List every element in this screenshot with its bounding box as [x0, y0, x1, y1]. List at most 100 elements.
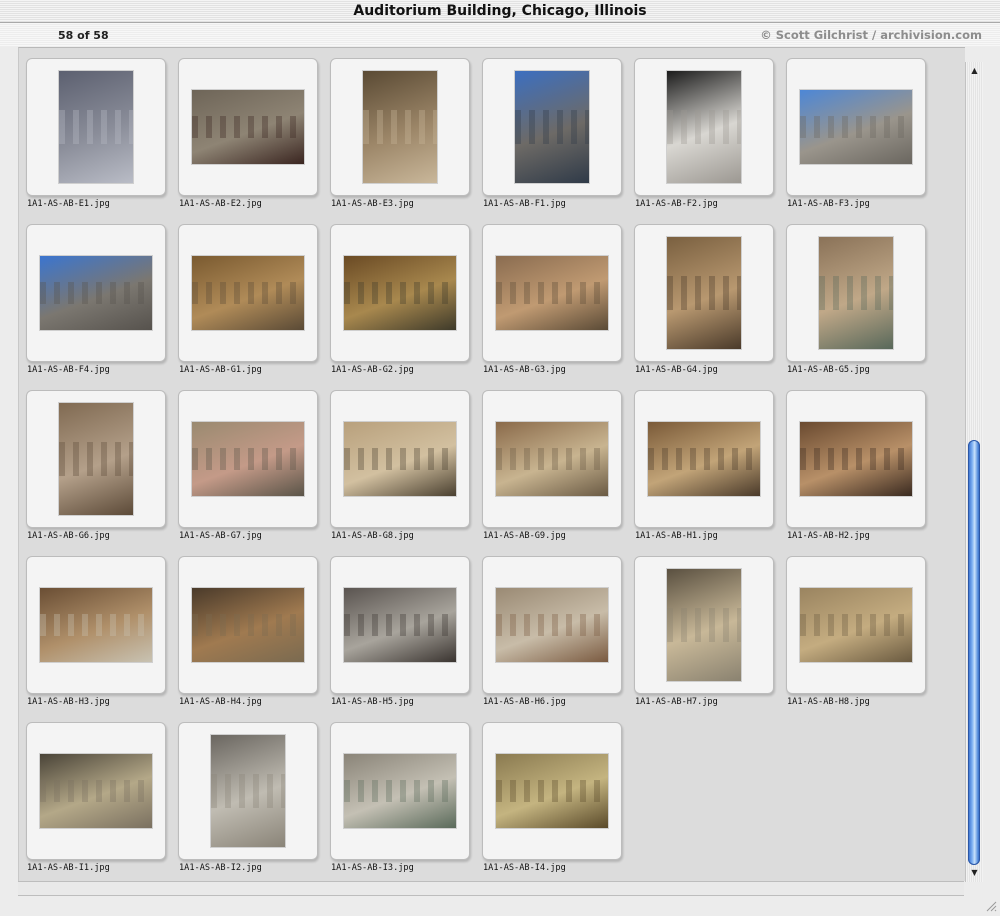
thumbnail-image[interactable] [800, 588, 912, 662]
thumbnail-item[interactable]: 1A1-AS-AB-F3.jpg [779, 48, 931, 214]
thumbnail-filename: 1A1-AS-AB-G3.jpg [483, 365, 566, 375]
thumbnail-image[interactable] [800, 90, 912, 164]
thumbnail-image[interactable] [496, 422, 608, 496]
thumbnail-image[interactable] [363, 71, 437, 183]
thumbnail-image[interactable] [496, 754, 608, 828]
thumbnail-image[interactable] [192, 588, 304, 662]
scroll-up-arrow-icon[interactable]: ▲ [966, 65, 983, 77]
thumbnail-item[interactable]: 1A1-AS-AB-I3.jpg [323, 712, 475, 878]
thumbnail-image[interactable] [192, 90, 304, 164]
scrollbar-thumb[interactable] [968, 440, 980, 865]
bottom-bar [18, 881, 964, 896]
slide-frame[interactable] [330, 224, 470, 362]
slide-frame[interactable] [330, 722, 470, 860]
resize-grip-icon[interactable] [985, 900, 997, 912]
thumbnail-image[interactable] [515, 71, 589, 183]
thumbnail-item[interactable]: 1A1-AS-AB-I2.jpg [171, 712, 323, 878]
thumbnail-image[interactable] [496, 256, 608, 330]
slide-frame[interactable] [26, 224, 166, 362]
thumbnail-image[interactable] [344, 754, 456, 828]
slide-frame[interactable] [330, 390, 470, 528]
slide-frame[interactable] [786, 390, 926, 528]
thumbnail-item[interactable]: 1A1-AS-AB-F4.jpg [19, 214, 171, 380]
slide-frame[interactable] [330, 556, 470, 694]
thumbnail-filename: 1A1-AS-AB-H8.jpg [787, 697, 870, 707]
slide-frame[interactable] [178, 58, 318, 196]
thumbnail-image[interactable] [648, 422, 760, 496]
thumbnail-item[interactable]: 1A1-AS-AB-H2.jpg [779, 380, 931, 546]
thumbnail-item[interactable]: 1A1-AS-AB-F2.jpg [627, 48, 779, 214]
thumbnail-image[interactable] [800, 422, 912, 496]
thumbnail-item[interactable]: 1A1-AS-AB-E3.jpg [323, 48, 475, 214]
thumbnail-image[interactable] [819, 237, 893, 349]
thumbnail-image[interactable] [211, 735, 285, 847]
thumbnail-item[interactable]: 1A1-AS-AB-G6.jpg [19, 380, 171, 546]
thumbnail-item[interactable]: 1A1-AS-AB-H5.jpg [323, 546, 475, 712]
slide-frame[interactable] [786, 58, 926, 196]
slide-frame[interactable] [26, 390, 166, 528]
thumbnail-image[interactable] [344, 256, 456, 330]
thumbnail-image[interactable] [667, 569, 741, 681]
slide-frame[interactable] [482, 722, 622, 860]
thumbnail-item[interactable]: 1A1-AS-AB-H3.jpg [19, 546, 171, 712]
thumbnail-item[interactable]: 1A1-AS-AB-G2.jpg [323, 214, 475, 380]
window-title: Auditorium Building, Chicago, Illinois [353, 3, 647, 19]
thumbnail-image[interactable] [667, 71, 741, 183]
slide-frame[interactable] [330, 58, 470, 196]
slide-frame[interactable] [786, 224, 926, 362]
slide-frame[interactable] [178, 722, 318, 860]
thumbnail-image[interactable] [667, 237, 741, 349]
thumbnail-item[interactable]: 1A1-AS-AB-H6.jpg [475, 546, 627, 712]
slide-frame[interactable] [26, 722, 166, 860]
thumbnail-image[interactable] [40, 588, 152, 662]
thumbnail-filename: 1A1-AS-AB-H5.jpg [331, 697, 414, 707]
thumbnail-image[interactable] [192, 422, 304, 496]
vertical-scrollbar[interactable]: ▲ ▼ [965, 62, 983, 882]
thumbnail-filename: 1A1-AS-AB-E3.jpg [331, 199, 414, 209]
thumbnail-filename: 1A1-AS-AB-I3.jpg [331, 863, 414, 873]
slide-frame[interactable] [178, 224, 318, 362]
slide-frame[interactable] [482, 58, 622, 196]
slide-frame[interactable] [634, 556, 774, 694]
thumbnail-image[interactable] [59, 403, 133, 515]
thumbnail-image[interactable] [344, 588, 456, 662]
status-bar: 58 of 58 © Scott Gilchrist / archivision… [0, 23, 1000, 47]
thumbnail-item[interactable]: 1A1-AS-AB-E2.jpg [171, 48, 323, 214]
slide-frame[interactable] [634, 390, 774, 528]
slide-frame[interactable] [786, 556, 926, 694]
thumbnail-item[interactable]: 1A1-AS-AB-H7.jpg [627, 546, 779, 712]
thumbnail-item[interactable]: 1A1-AS-AB-H4.jpg [171, 546, 323, 712]
thumbnail-item[interactable]: 1A1-AS-AB-H8.jpg [779, 546, 931, 712]
slide-frame[interactable] [482, 390, 622, 528]
window-titlebar[interactable]: Auditorium Building, Chicago, Illinois [0, 0, 1000, 23]
thumbnail-image[interactable] [192, 256, 304, 330]
thumbnail-item[interactable]: 1A1-AS-AB-G9.jpg [475, 380, 627, 546]
thumbnail-image[interactable] [40, 256, 152, 330]
thumbnail-image[interactable] [344, 422, 456, 496]
slide-frame[interactable] [482, 556, 622, 694]
slide-frame[interactable] [26, 58, 166, 196]
thumbnail-image[interactable] [59, 71, 133, 183]
thumbnail-item[interactable]: 1A1-AS-AB-G8.jpg [323, 380, 475, 546]
slide-frame[interactable] [178, 556, 318, 694]
thumbnail-item[interactable]: 1A1-AS-AB-E1.jpg [19, 48, 171, 214]
slide-frame[interactable] [178, 390, 318, 528]
slide-frame[interactable] [26, 556, 166, 694]
slide-frame[interactable] [482, 224, 622, 362]
scroll-down-arrow-icon[interactable]: ▼ [966, 867, 983, 879]
thumbnail-item[interactable]: 1A1-AS-AB-G5.jpg [779, 214, 931, 380]
thumbnail-image[interactable] [40, 754, 152, 828]
thumbnail-image[interactable] [496, 588, 608, 662]
thumbnail-item[interactable]: 1A1-AS-AB-G4.jpg [627, 214, 779, 380]
thumbnail-filename: 1A1-AS-AB-F1.jpg [483, 199, 566, 209]
thumbnail-filename: 1A1-AS-AB-H2.jpg [787, 531, 870, 541]
thumbnail-item[interactable]: 1A1-AS-AB-H1.jpg [627, 380, 779, 546]
thumbnail-item[interactable]: 1A1-AS-AB-F1.jpg [475, 48, 627, 214]
thumbnail-item[interactable]: 1A1-AS-AB-G3.jpg [475, 214, 627, 380]
thumbnail-item[interactable]: 1A1-AS-AB-I4.jpg [475, 712, 627, 878]
slide-frame[interactable] [634, 224, 774, 362]
slide-frame[interactable] [634, 58, 774, 196]
thumbnail-item[interactable]: 1A1-AS-AB-I1.jpg [19, 712, 171, 878]
thumbnail-item[interactable]: 1A1-AS-AB-G1.jpg [171, 214, 323, 380]
thumbnail-item[interactable]: 1A1-AS-AB-G7.jpg [171, 380, 323, 546]
